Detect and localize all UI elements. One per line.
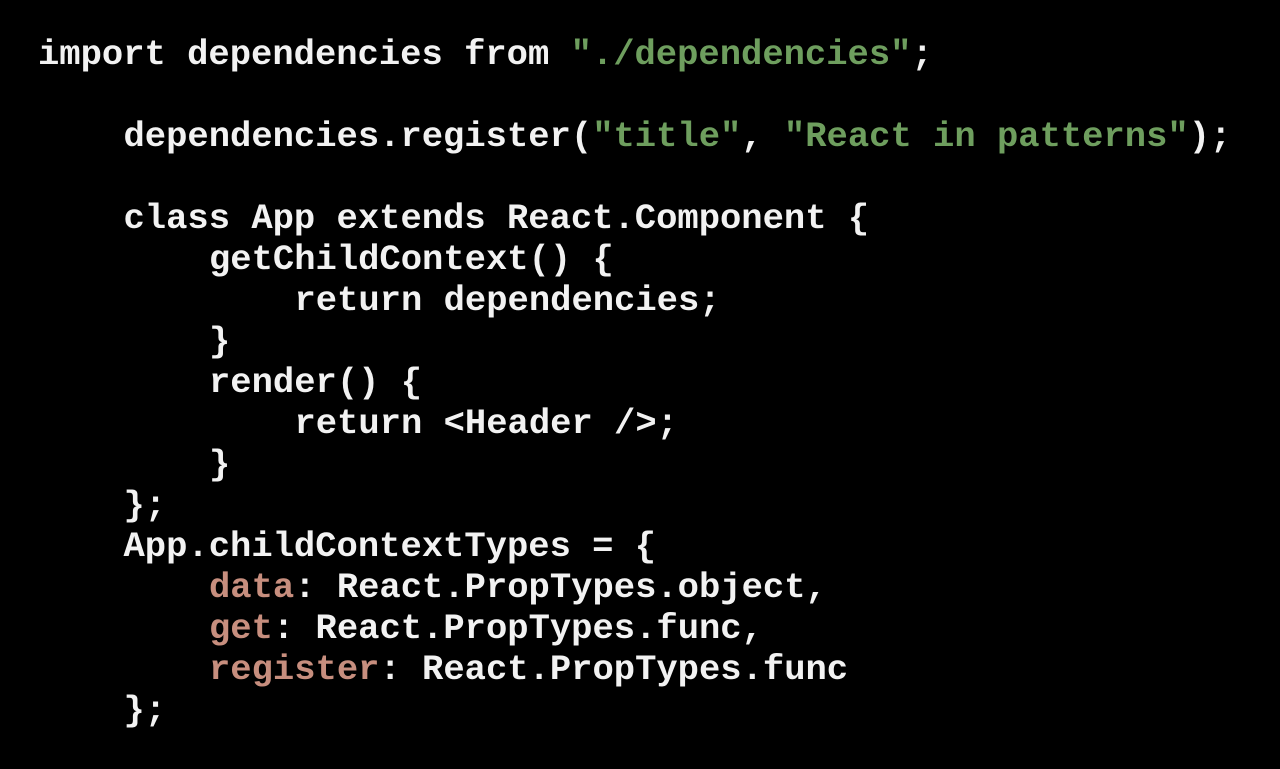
code-token: } bbox=[209, 444, 231, 485]
code-token: } bbox=[209, 321, 231, 362]
code-line: get: React.PropTypes.func, bbox=[38, 608, 1231, 649]
code-line: getChildContext() { bbox=[38, 239, 1231, 280]
code-line: } bbox=[38, 444, 1231, 485]
code-line: } bbox=[38, 321, 1231, 362]
code-line: class App extends React.Component { bbox=[38, 198, 1231, 239]
code-token: }; bbox=[123, 690, 167, 731]
code-line: register: React.PropTypes.func bbox=[38, 649, 1231, 690]
code-token: import dependencies from bbox=[38, 34, 571, 75]
code-line: return dependencies; bbox=[38, 280, 1231, 321]
code-token: dependencies.register( bbox=[123, 116, 593, 157]
string-literal: "title" bbox=[592, 116, 742, 157]
code-line: }; bbox=[38, 485, 1231, 526]
code-token: , bbox=[741, 116, 784, 157]
code-line: }; bbox=[38, 690, 1231, 731]
string-literal: "./dependencies" bbox=[570, 34, 912, 75]
code-line: render() { bbox=[38, 362, 1231, 403]
code-token: return dependencies; bbox=[294, 280, 721, 321]
code-token: ; bbox=[911, 34, 933, 75]
object-key: get bbox=[209, 608, 273, 649]
code-token: return <Header />; bbox=[294, 403, 678, 444]
code-line: data: React.PropTypes.object, bbox=[38, 567, 1231, 608]
object-key: data bbox=[209, 567, 295, 608]
code-line: return <Header />; bbox=[38, 403, 1231, 444]
code-token: getChildContext() { bbox=[209, 239, 614, 280]
object-key: register bbox=[209, 649, 380, 690]
code-token: App.childContextTypes = { bbox=[123, 526, 657, 567]
code-line: dependencies.register("title", "React in… bbox=[38, 116, 1232, 157]
code-token: : React.PropTypes.object, bbox=[294, 567, 827, 608]
code-line: import dependencies from "./dependencies… bbox=[38, 34, 1231, 75]
code-token: ); bbox=[1188, 116, 1232, 157]
code-line: App.childContextTypes = { bbox=[38, 526, 1231, 567]
string-literal: "React in patterns" bbox=[783, 116, 1189, 157]
code-block: import dependencies from "./dependencies… bbox=[38, 34, 1231, 731]
code-token: : React.PropTypes.func, bbox=[272, 608, 763, 649]
code-token: : React.PropTypes.func bbox=[379, 649, 849, 690]
code-token: }; bbox=[123, 485, 167, 526]
code-token: render() { bbox=[209, 362, 423, 403]
code-token: class App extends React.Component { bbox=[123, 198, 870, 239]
